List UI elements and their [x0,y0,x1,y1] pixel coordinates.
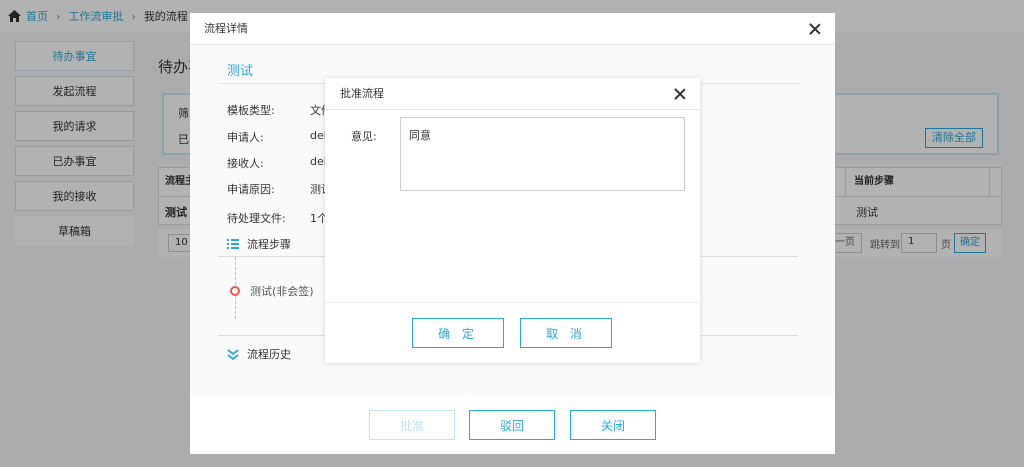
history-section-header[interactable]: 流程历史 [227,346,291,362]
field-label: 模板类型: [227,104,275,117]
opinion-label: 意见: [351,130,377,143]
field-label: 接收人: [227,157,264,170]
dialog-footer: 批准 驳回 关闭 [190,397,835,454]
reject-button[interactable]: 驳回 [469,410,555,440]
dialog-title: 流程详情 [204,22,248,35]
dialog-header: 流程详情 [190,13,835,45]
double-chevron-down-icon [227,348,239,360]
history-title: 流程历史 [247,348,291,361]
list-icon [227,239,239,249]
process-name: 测试 [227,64,254,79]
approve-button[interactable]: 批准 [369,410,455,440]
field-label: 待处理文件: [227,212,286,225]
steps-section-header[interactable]: 流程步骤 [227,236,291,252]
cancel-button[interactable]: 取 消 [520,318,612,348]
close-icon[interactable] [808,22,822,36]
dialog-header: 批准流程 [325,78,700,110]
dialog-title: 批准流程 [340,87,384,100]
field-label: 申请原因: [227,183,275,196]
steps-title: 流程步骤 [247,238,291,251]
close-button[interactable]: 关闭 [570,410,656,440]
step-item: 测试(非会签) [250,285,314,298]
divider [325,302,700,303]
approve-dialog: 批准流程 意见: 同意 确 定 取 消 [325,78,700,363]
step-dot-icon [230,286,240,296]
opinion-textarea[interactable]: 同意 [400,117,685,191]
confirm-button[interactable]: 确 定 [412,318,504,348]
field-label: 申请人: [227,131,264,144]
close-icon[interactable] [673,87,687,101]
